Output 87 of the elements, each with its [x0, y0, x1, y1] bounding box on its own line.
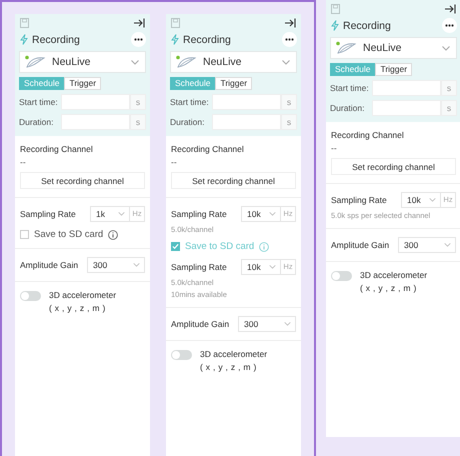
toggle-switch[interactable]: [171, 350, 192, 360]
toggle-label: 3D accelerometer: [49, 290, 116, 300]
gain-select[interactable]: 300: [87, 257, 145, 273]
axis-label: ( x , y , z , m ): [49, 303, 107, 313]
setting-label: Sampling Rate: [171, 209, 228, 219]
section-label: Recording Channel: [331, 130, 405, 140]
toggle-label: 3D accelerometer: [360, 270, 428, 280]
checkbox-label: Save to SD card: [34, 229, 104, 240]
lightning-icon: [171, 34, 179, 45]
save-icon[interactable]: [171, 18, 180, 28]
setting-label: Sampling Rate: [20, 209, 77, 219]
info-icon: [108, 230, 118, 240]
unit-label: s: [130, 94, 146, 110]
panel-title: Recording: [32, 34, 81, 46]
leaf-logo-icon: [24, 55, 46, 69]
device-select[interactable]: NeuLive: [170, 51, 297, 73]
lightning-icon: [331, 20, 339, 31]
setting-label: Amplitude Gain: [171, 319, 230, 329]
rate-select[interactable]: 10k: [241, 206, 281, 222]
collapse-icon[interactable]: [445, 4, 456, 14]
chevron-down-icon: [131, 60, 139, 64]
setting-label: Amplitude Gain: [331, 240, 390, 250]
toggle-label: 3D accelerometer: [200, 349, 268, 359]
unit-label: s: [441, 80, 457, 96]
chevron-down-icon: [269, 265, 276, 269]
axis-label: ( x , y , z , m ): [360, 283, 418, 293]
channel-value: --: [331, 143, 338, 153]
save-icon[interactable]: [20, 18, 29, 28]
section-label: Recording Channel: [171, 144, 245, 154]
setting-label: Sampling Rate: [171, 262, 228, 272]
checkbox[interactable]: [20, 230, 29, 239]
chevron-down-icon: [118, 212, 125, 216]
field-label: Duration:: [19, 117, 54, 127]
channel-value: --: [171, 157, 178, 167]
rate-select[interactable]: 10k: [401, 192, 441, 208]
save-icon[interactable]: [331, 4, 340, 14]
ellipsis-icon: [445, 24, 454, 27]
chevron-down-icon: [442, 46, 450, 50]
tab[interactable]: Trigger: [215, 77, 252, 90]
field-label: Start time:: [330, 83, 370, 93]
more-button[interactable]: [442, 18, 457, 33]
field-label: Start time:: [170, 97, 210, 107]
tab[interactable]: Trigger: [64, 77, 102, 90]
device-select[interactable]: NeuLive: [19, 51, 146, 73]
device-select[interactable]: NeuLive: [330, 37, 457, 59]
chevron-down-icon: [282, 60, 290, 64]
gain-select[interactable]: 300: [398, 237, 456, 253]
ellipsis-icon: [285, 38, 294, 41]
panel-title: Recording: [183, 34, 232, 46]
axis-label: ( x , y , z , m ): [200, 362, 258, 372]
rate-select[interactable]: 10k: [241, 259, 281, 275]
unit-label: s: [281, 94, 297, 110]
chevron-down-icon: [133, 263, 140, 267]
more-button[interactable]: [282, 32, 297, 47]
chevron-down-icon: [429, 198, 436, 202]
unit-label: s: [130, 114, 146, 130]
setting-label: Sampling Rate: [331, 195, 388, 205]
collapse-icon[interactable]: [285, 18, 296, 28]
more-button[interactable]: [131, 32, 146, 47]
unit-label: s: [441, 100, 457, 116]
field-label: Duration:: [330, 103, 366, 113]
chevron-down-icon: [444, 243, 451, 247]
info-icon: [259, 242, 270, 252]
field-label: Duration:: [170, 117, 206, 127]
unit-label: s: [281, 114, 297, 130]
field-label: Start time:: [19, 97, 59, 107]
checkbox-label: Save to SD card: [185, 241, 254, 252]
toggle-switch[interactable]: [331, 271, 352, 281]
panel-title: Recording: [343, 20, 392, 32]
checkbox[interactable]: [171, 242, 180, 251]
section-label: Recording Channel: [20, 144, 94, 154]
rate-select[interactable]: 1k: [90, 206, 130, 222]
set-channel-button[interactable]: Set recording channel: [20, 172, 145, 189]
setting-label: Amplitude Gain: [20, 260, 80, 270]
collapse-icon[interactable]: [134, 18, 145, 28]
chevron-down-icon: [269, 212, 276, 216]
channel-value: --: [20, 157, 27, 167]
toggle-switch[interactable]: [20, 291, 41, 301]
chevron-down-icon: [284, 322, 291, 326]
lightning-icon: [20, 34, 28, 45]
set-channel-button[interactable]: Set recording channel: [171, 172, 296, 189]
gain-select[interactable]: 300: [238, 316, 296, 332]
leaf-logo-icon: [175, 55, 197, 69]
set-channel-button[interactable]: Set recording channel: [331, 158, 456, 175]
leaf-logo-icon: [335, 41, 357, 55]
tab[interactable]: Trigger: [375, 63, 412, 76]
ellipsis-icon: [134, 38, 143, 41]
